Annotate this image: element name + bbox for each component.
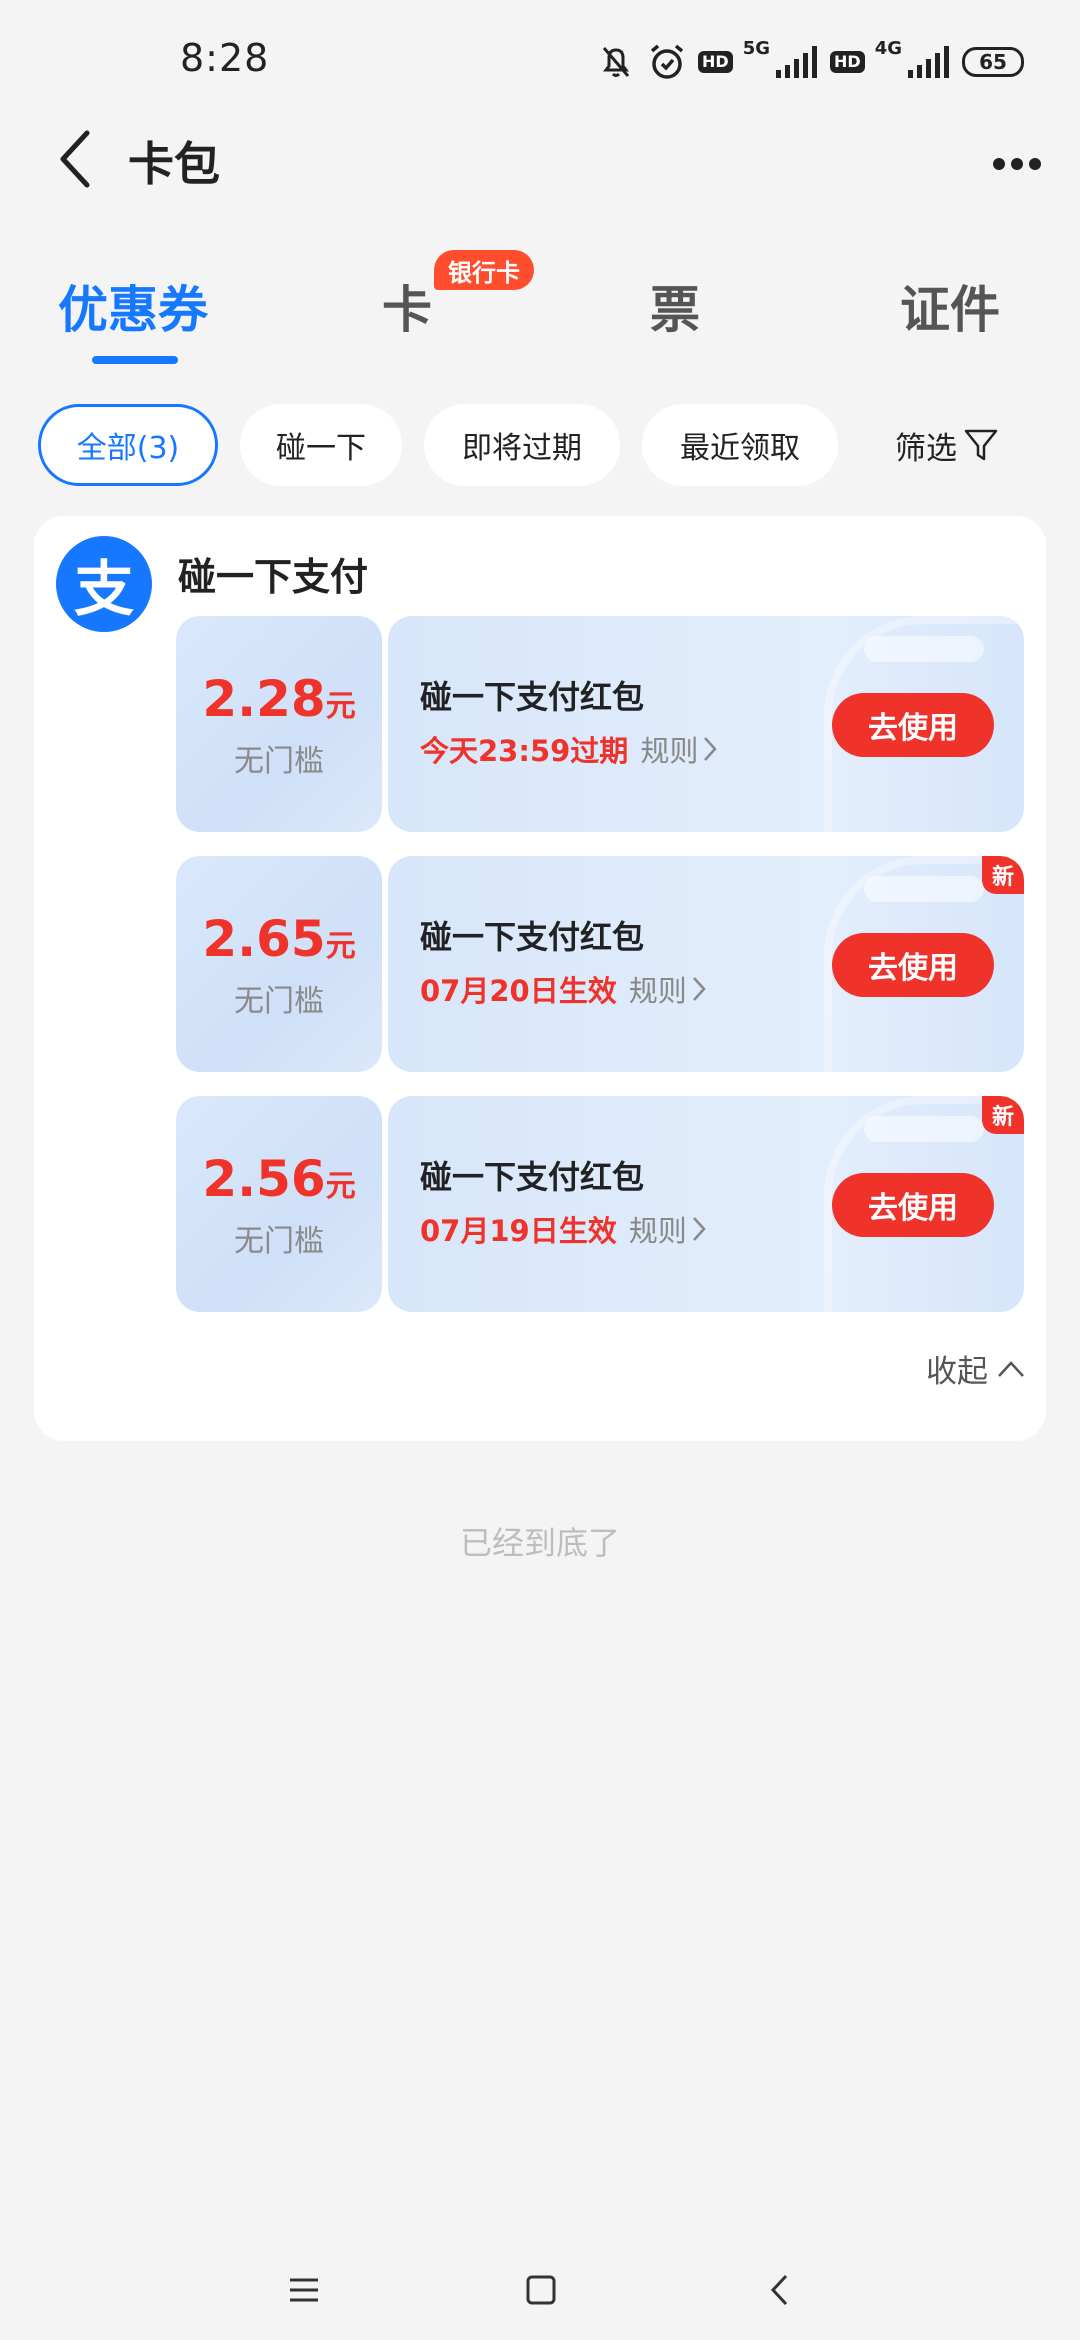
hd-badge: HD xyxy=(698,51,733,73)
coupon-item[interactable]: 2.56元 无门槛 碰一下支付红包 07月19日生效 规则 去使用 新 xyxy=(176,1096,1024,1312)
coupon-item[interactable]: 2.28元 无门槛 碰一下支付红包 今天23:59过期 规则 去使用 xyxy=(176,616,1024,832)
signal-icon xyxy=(774,44,820,80)
coupon-threshold: 无门槛 xyxy=(234,984,324,1019)
coupon-amount-panel: 2.56元 无门槛 xyxy=(176,1096,382,1312)
alarm-icon xyxy=(646,41,688,83)
coupon-item[interactable]: 2.65元 无门槛 碰一下支付红包 07月20日生效 规则 去使用 新 xyxy=(176,856,1024,1072)
merchant-coupon-card: 支 碰一下支付 2.28元 无门槛 碰一下支付红包 今天23:59过期 规则 去… xyxy=(34,516,1046,1441)
coupon-info-panel: 碰一下支付红包 07月20日生效 规则 去使用 新 xyxy=(388,856,1024,1072)
coupon-validity: 07月19日生效 xyxy=(420,1214,617,1248)
coupon-title: 碰一下支付红包 xyxy=(420,918,645,956)
status-icons: HD 5G HD 4G 65 xyxy=(596,38,1024,86)
end-of-list-note: 已经到底了 xyxy=(459,1524,620,1562)
filter-button[interactable]: 筛选 xyxy=(895,404,999,486)
back-arrow-icon xyxy=(60,130,90,188)
menu-button[interactable] xyxy=(274,2260,334,2320)
coupon-title: 碰一下支付红包 xyxy=(420,678,645,716)
collapse-button[interactable]: 收起 xyxy=(926,1346,1026,1391)
coupon-threshold: 无门槛 xyxy=(234,1224,324,1259)
tab-cards[interactable]: 卡 xyxy=(382,270,432,342)
coupon-amount: 2.28元 xyxy=(202,670,356,728)
merchant-name: 碰一下支付 xyxy=(178,555,369,599)
use-coupon-button[interactable]: 去使用 xyxy=(832,693,994,757)
coupon-amount-panel: 2.65元 无门槛 xyxy=(176,856,382,1072)
use-coupon-button[interactable]: 去使用 xyxy=(832,933,994,997)
filter-label: 筛选 xyxy=(895,430,957,467)
chevron-up-icon xyxy=(998,1360,1024,1377)
signal-icon-2 xyxy=(906,44,952,80)
chip-tap[interactable]: 碰一下 xyxy=(240,404,402,486)
more-button[interactable] xyxy=(982,134,1052,194)
chevron-right-icon xyxy=(704,737,718,761)
tab-active-indicator xyxy=(92,356,178,364)
coupon-info-panel: 碰一下支付红包 07月19日生效 规则 去使用 新 xyxy=(388,1096,1024,1312)
battery-icon: 65 xyxy=(962,47,1024,77)
coupon-amount: 2.65元 xyxy=(202,910,356,968)
tab-coupons[interactable]: 优惠券 xyxy=(58,270,208,342)
bank-card-badge: 银行卡 xyxy=(434,250,534,290)
menu-icon xyxy=(290,2278,318,2302)
category-tabs: 优惠券 卡 银行卡 票 证件 xyxy=(0,250,1080,380)
network-4g-label: 4G xyxy=(874,37,902,59)
coupon-threshold: 无门槛 xyxy=(234,744,324,779)
coupon-title: 碰一下支付红包 xyxy=(420,1158,645,1196)
home-button[interactable] xyxy=(511,2260,571,2320)
status-time: 8:28 xyxy=(180,36,270,80)
back-button[interactable] xyxy=(40,124,110,194)
status-bar: 8:28 HD 5G HD 4G 65 xyxy=(0,0,1080,120)
coupon-rules-link[interactable]: 规则 xyxy=(629,968,707,1010)
alipay-logo: 支 xyxy=(56,536,152,632)
coupon-validity: 07月20日生效 xyxy=(420,974,617,1008)
coupon-validity: 今天23:59过期 xyxy=(420,734,629,768)
chevron-right-icon xyxy=(692,1217,706,1241)
filter-funnel-icon xyxy=(964,429,998,461)
mute-bell-icon xyxy=(596,42,636,82)
chip-expiring[interactable]: 即将过期 xyxy=(424,404,620,486)
coupon-amount-panel: 2.28元 无门槛 xyxy=(176,616,382,832)
system-back-button[interactable] xyxy=(750,2260,810,2320)
chip-all[interactable]: 全部(3) xyxy=(38,404,218,486)
page-title: 卡包 xyxy=(128,137,220,191)
tab-documents[interactable]: 证件 xyxy=(900,270,1000,342)
more-dots-icon xyxy=(993,158,1041,170)
coupon-info-panel: 碰一下支付红包 今天23:59过期 规则 去使用 xyxy=(388,616,1024,832)
coupon-rules-link[interactable]: 规则 xyxy=(629,1208,707,1250)
tab-tickets[interactable]: 票 xyxy=(650,270,700,342)
collapse-label: 收起 xyxy=(926,1354,988,1390)
chevron-right-icon xyxy=(692,977,706,1001)
system-navigation-bar xyxy=(0,2240,1080,2340)
navigation-bar: 卡包 xyxy=(0,110,1080,210)
use-coupon-button[interactable]: 去使用 xyxy=(832,1173,994,1237)
filter-chips: 全部(3) 碰一下 即将过期 最近领取 筛选 xyxy=(0,400,1080,490)
hd-badge-2: HD xyxy=(830,51,865,73)
network-5g-label: 5G xyxy=(742,37,771,59)
coupon-rules-link[interactable]: 规则 xyxy=(640,728,718,770)
home-square-icon xyxy=(526,2275,556,2305)
chip-recent[interactable]: 最近领取 xyxy=(642,404,838,486)
coupon-amount: 2.56元 xyxy=(202,1150,356,1208)
back-chevron-icon xyxy=(770,2274,788,2306)
